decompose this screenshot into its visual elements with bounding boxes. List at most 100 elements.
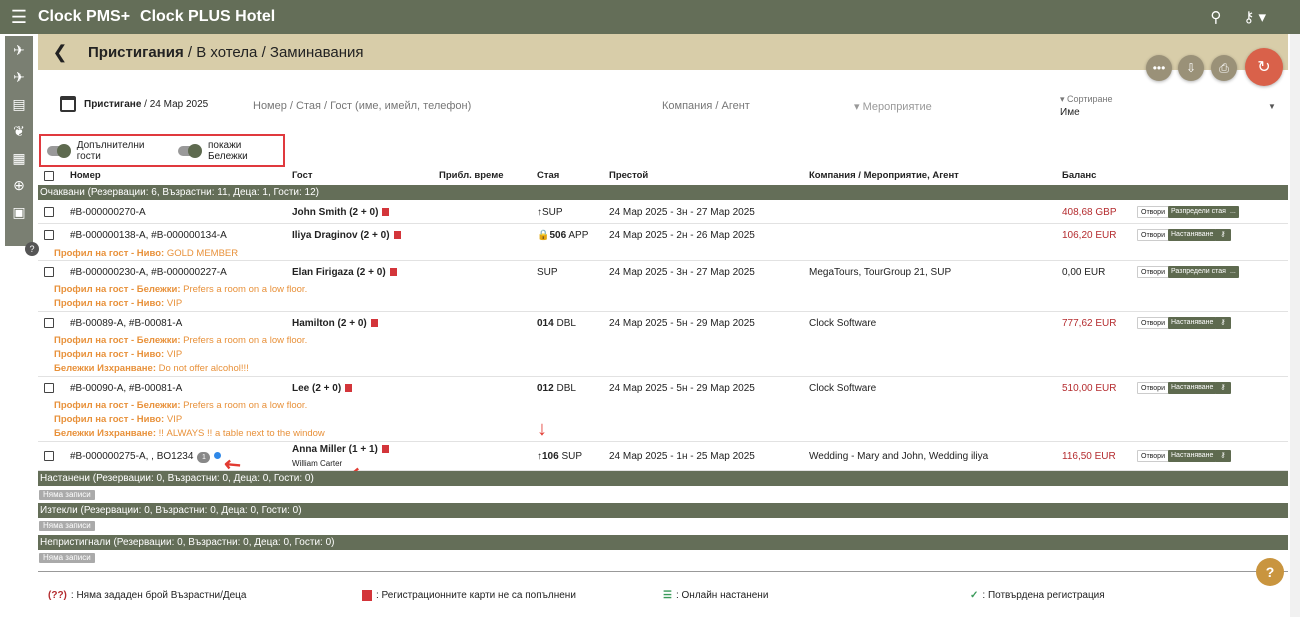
- key-icon[interactable]: ⚷: [1215, 229, 1231, 241]
- breadcrumb-separator: /: [187, 43, 193, 61]
- breadcrumb-in-hotel[interactable]: В хотела: [196, 44, 257, 61]
- annotation-arrow-icon: ↓: [537, 418, 547, 440]
- table-row[interactable]: #B-000000138-A, #B-000000134-A Iliya Dra…: [38, 224, 1288, 261]
- col-number[interactable]: Номер: [70, 170, 101, 181]
- bed-icon[interactable]: ▤: [9, 94, 29, 114]
- guest-name[interactable]: John Smith (2 + 0): [292, 207, 390, 218]
- more-button[interactable]: ...: [1227, 266, 1239, 278]
- col-balance[interactable]: Баланс: [1062, 170, 1096, 181]
- note-label: Профил на гост - Ниво:: [54, 248, 165, 259]
- guest-name[interactable]: Elan Firigaza (2 + 0): [292, 267, 397, 278]
- table-row[interactable]: #B-00090-A, #B-00081-A Lee (2 + 0) 012 D…: [38, 377, 1288, 442]
- select-all-checkbox[interactable]: [44, 171, 54, 181]
- row-checkbox[interactable]: [44, 383, 54, 393]
- table-row[interactable]: #B-00089-A, #B-00081-A Hamilton (2 + 0) …: [38, 312, 1288, 377]
- table-row[interactable]: #B-000000270-A John Smith (2 + 0) ↑SUP 2…: [38, 201, 1288, 224]
- col-stay[interactable]: Престой: [609, 170, 648, 181]
- check-in-button[interactable]: Настаняване: [1168, 229, 1217, 241]
- breadcrumb-departures[interactable]: Заминавания: [270, 44, 364, 61]
- guest-name[interactable]: Hamilton (2 + 0): [292, 318, 378, 329]
- guest-name[interactable]: Anna Miller (1 + 1): [292, 444, 389, 455]
- group-checked-out[interactable]: Изтекли (Резервации: 0, Възрастни: 0, Де…: [38, 503, 1288, 518]
- open-button[interactable]: Отвори: [1137, 450, 1169, 462]
- add-circle-icon[interactable]: ⊕: [9, 175, 29, 195]
- toggles-highlight-box: Допълнителни гости покажи Бележки: [39, 134, 285, 167]
- guest-name[interactable]: Iliya Draginov (2 + 0): [292, 230, 401, 241]
- guest-name-text: Hamilton (2 + 0): [292, 318, 367, 329]
- event-select[interactable]: ▾ Мероприятие: [854, 100, 932, 113]
- key-icon[interactable]: ⚷: [1215, 450, 1231, 462]
- print-icon[interactable]: ⎙: [1211, 55, 1237, 81]
- breadcrumb-path: Пристигания / В хотела / Заминавания: [88, 44, 364, 61]
- extra-guests-toggle[interactable]: [47, 143, 71, 158]
- reservation-number: #B-000000138-A, #B-000000134-A: [70, 230, 227, 241]
- extra-guests-label: Допълнителни гости: [76, 139, 145, 162]
- date-picker[interactable]: Пристигане / 24 Мар 2025: [60, 96, 208, 112]
- search-icon[interactable]: ⚲: [1210, 8, 1221, 26]
- table-row[interactable]: #B-000000230-A, #B-000000227-A Elan Firi…: [38, 261, 1288, 312]
- group-no-show[interactable]: Непристигнали (Резервации: 0, Възрастни:…: [38, 535, 1288, 550]
- row-checkbox[interactable]: [44, 318, 54, 328]
- company-agent: Wedding - Mary and John, Wedding iliya: [809, 451, 989, 462]
- balance: 510,00 EUR: [1062, 383, 1117, 394]
- check-in-button[interactable]: Настаняване: [1168, 317, 1217, 329]
- leaf-icon[interactable]: ❦: [9, 121, 29, 141]
- col-company[interactable]: Компания / Мероприятие, Агент: [809, 170, 959, 181]
- hamburger-menu-icon[interactable]: ☰: [0, 7, 38, 28]
- group-expected[interactable]: Очаквани (Резервации: 6, Възрастни: 11, …: [38, 185, 1288, 200]
- col-room[interactable]: Стая: [537, 170, 559, 181]
- hotel-name: Clock PLUS Hotel: [140, 8, 276, 25]
- key-menu-icon[interactable]: ⚷ ▾: [1243, 8, 1266, 26]
- company-agent-input[interactable]: Компания / Агент: [662, 100, 750, 112]
- sort-chevron-icon: ▾: [1060, 94, 1065, 104]
- legend-confirmed: ✓: Потвърдена регистрация: [970, 590, 1105, 601]
- open-button[interactable]: Отвори: [1137, 382, 1169, 394]
- sort-dropdown-icon[interactable]: ▼: [1268, 102, 1276, 111]
- row-checkbox[interactable]: [44, 230, 54, 240]
- scrollbar[interactable]: [1290, 34, 1300, 617]
- additional-guest-name[interactable]: William Carter: [292, 459, 342, 468]
- check-in-button[interactable]: Настаняване: [1168, 450, 1217, 462]
- row-checkbox[interactable]: [44, 207, 54, 217]
- check-icon: ✓: [970, 590, 979, 601]
- balance: 408,68 GBP: [1062, 207, 1117, 218]
- book-icon[interactable]: ▣: [9, 202, 29, 222]
- no-records-badge: Няма записи: [39, 553, 95, 563]
- show-notes-toggle[interactable]: [178, 143, 202, 158]
- lock-icon: 🔒: [537, 230, 550, 241]
- open-button[interactable]: Отвори: [1137, 229, 1169, 241]
- back-arrow-icon[interactable]: ❮: [44, 42, 76, 63]
- balance: 106,20 EUR: [1062, 230, 1117, 241]
- extra-guest-badge[interactable]: 1: [197, 452, 211, 463]
- sidebar-help-icon[interactable]: ?: [25, 242, 39, 256]
- col-eta[interactable]: Прибл. време: [439, 170, 504, 181]
- help-icon[interactable]: ?: [1256, 558, 1284, 586]
- guest-name[interactable]: Lee (2 + 0): [292, 383, 353, 394]
- row-checkbox[interactable]: [44, 451, 54, 461]
- open-button[interactable]: Отвори: [1137, 317, 1169, 329]
- key-icon[interactable]: ⚷: [1215, 382, 1231, 394]
- refresh-icon[interactable]: ↻: [1245, 48, 1283, 86]
- guest-name-text: Iliya Draginov (2 + 0): [292, 230, 390, 241]
- assign-room-button[interactable]: Разпредели стая: [1168, 266, 1229, 278]
- col-guest[interactable]: Гост: [292, 170, 313, 181]
- note-label: Профил на гост - Бележки:: [54, 335, 181, 346]
- guest-note: Профил на гост - Ниво: VIP: [54, 414, 182, 425]
- download-icon[interactable]: ⇩: [1178, 55, 1204, 81]
- open-button[interactable]: Отвори: [1137, 266, 1169, 278]
- calendar-icon: [60, 96, 76, 112]
- sort-select[interactable]: ▾ Сортиране Име: [1060, 94, 1113, 118]
- note-text: GOLD MEMBER: [164, 248, 239, 259]
- group-checked-in[interactable]: Настанени (Резервации: 0, Възрастни: 0, …: [38, 471, 1288, 486]
- key-icon[interactable]: ⚷: [1215, 317, 1231, 329]
- calendar-icon[interactable]: ▦: [9, 148, 29, 168]
- search-input[interactable]: Номер / Стая / Гост (име, имейл, телефон…: [253, 100, 471, 112]
- more-button[interactable]: ...: [1227, 206, 1239, 218]
- row-checkbox[interactable]: [44, 267, 54, 277]
- assign-room-button[interactable]: Разпредели стая: [1168, 206, 1229, 218]
- more-options-icon[interactable]: •••: [1146, 55, 1172, 81]
- check-in-button[interactable]: Настаняване: [1168, 382, 1217, 394]
- departures-plane-icon[interactable]: ✈: [9, 67, 29, 87]
- open-button[interactable]: Отвори: [1137, 206, 1169, 218]
- arrivals-plane-icon[interactable]: ✈: [9, 40, 29, 60]
